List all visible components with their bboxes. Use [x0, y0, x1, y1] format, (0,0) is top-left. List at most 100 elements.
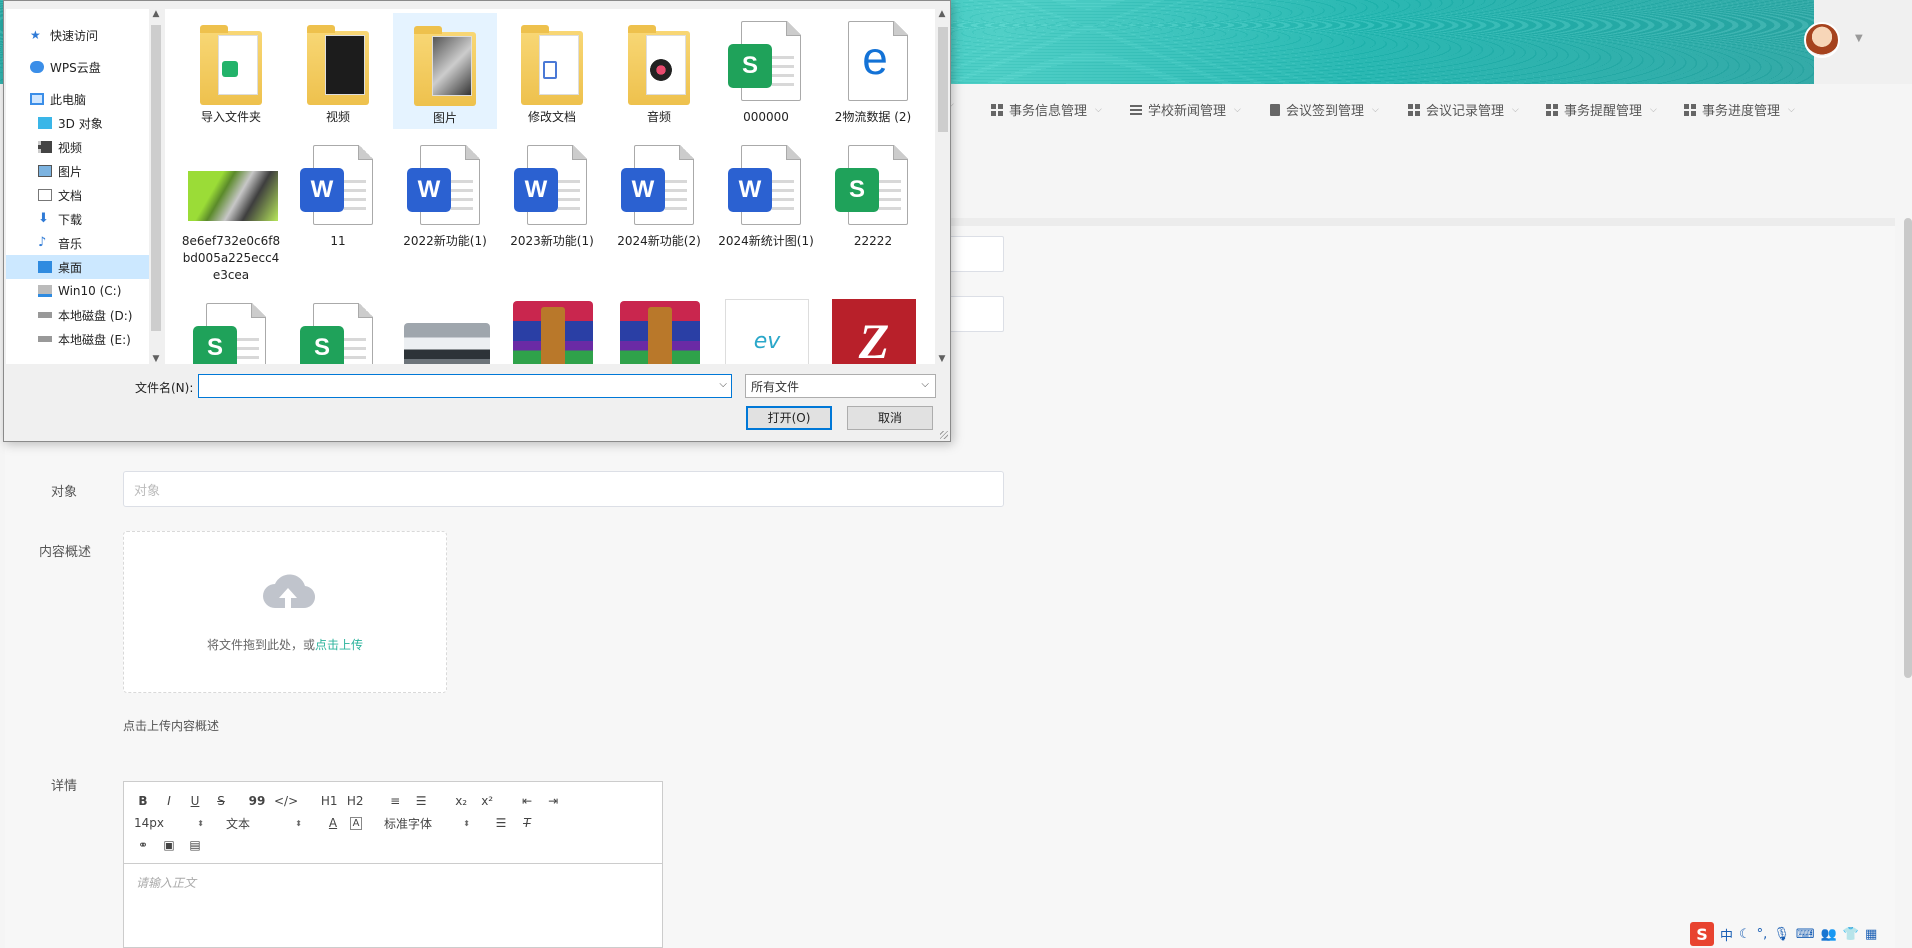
scroll-up-icon[interactable]: ▲: [935, 9, 949, 19]
file-item-image[interactable]: [393, 295, 497, 364]
user-icon[interactable]: 👥: [1821, 927, 1837, 942]
ordered-list-button[interactable]: ≡: [386, 794, 404, 808]
underline-button[interactable]: U: [186, 794, 204, 808]
moon-icon[interactable]: ☾: [1739, 927, 1751, 942]
font-color-icon[interactable]: A: [324, 816, 342, 830]
tree-item-pictures[interactable]: 图片: [6, 159, 149, 183]
nav-item-affair-progress[interactable]: 事务进度管理 ⌵: [1684, 100, 1795, 119]
file-item-archive[interactable]: [500, 295, 604, 364]
tree-item-desktop[interactable]: 桌面: [6, 255, 149, 279]
tree-item-drive-e[interactable]: 本地磁盘 (E:): [6, 327, 149, 351]
ime-mode[interactable]: 中: [1720, 925, 1733, 944]
background-color-icon[interactable]: A: [350, 816, 362, 830]
file-item-folder[interactable]: 音频: [607, 13, 711, 129]
scroll-down-icon[interactable]: ▼: [149, 354, 163, 364]
avatar-dropdown-icon[interactable]: ▼: [1855, 33, 1863, 44]
file-item-app[interactable]: Z: [821, 295, 925, 364]
keyboard-icon[interactable]: ⌨: [1796, 927, 1815, 942]
file-item-word[interactable]: W 2022新功能(1): [393, 137, 497, 253]
cancel-button[interactable]: 取消: [847, 406, 933, 430]
file-item-folder[interactable]: 修改文档: [500, 13, 604, 129]
code-button[interactable]: </>: [274, 794, 298, 808]
clear-format-icon[interactable]: T̶: [518, 816, 536, 830]
scroll-up-icon[interactable]: ▲: [149, 9, 163, 19]
shirt-icon[interactable]: 👕: [1843, 927, 1859, 942]
tree-item-documents[interactable]: 文档: [6, 183, 149, 207]
navigation-tree: ★ 快速访问 WPS云盘 此电脑 3D 对象 视频 图片 文档 ⬇ 下载 ♪ 音…: [6, 9, 149, 364]
tree-item-this-pc[interactable]: 此电脑: [6, 87, 149, 111]
image-icon[interactable]: ▣: [160, 838, 178, 852]
h1-button[interactable]: H1: [320, 794, 338, 808]
chevron-down-icon[interactable]: ⌵: [719, 379, 727, 390]
tree-item-wps-cloud[interactable]: WPS云盘: [6, 55, 149, 79]
font-family-select[interactable]: 标准字体 ⬍: [384, 815, 470, 832]
editor-content[interactable]: 请输入正文: [124, 864, 662, 901]
nav-item-meeting-signin[interactable]: 会议签到管理 ⌵: [1270, 100, 1379, 119]
format-select[interactable]: 文本 ⬍: [226, 815, 302, 832]
tree-item-3d[interactable]: 3D 对象: [6, 111, 149, 135]
sogou-ime-icon[interactable]: S: [1690, 922, 1714, 946]
punctuation-icon[interactable]: °,: [1757, 927, 1768, 942]
outdent-button[interactable]: ⇤: [518, 794, 536, 808]
user-avatar[interactable]: [1804, 22, 1840, 58]
page-scrollbar[interactable]: [1904, 218, 1912, 678]
scroll-down-icon[interactable]: ▼: [935, 354, 949, 364]
tree-item-quick-access[interactable]: ★ 快速访问: [6, 23, 149, 47]
file-item-folder[interactable]: 导入文件夹: [179, 13, 283, 129]
object-input[interactable]: 对象: [123, 471, 1004, 507]
tree-item-downloads[interactable]: ⬇ 下载: [6, 207, 149, 231]
open-button[interactable]: 打开(O): [746, 406, 832, 430]
star-icon: ★: [30, 28, 41, 42]
subscript-button[interactable]: x₂: [452, 794, 470, 808]
upload-dropzone[interactable]: 将文件拖到此处，或点击上传: [123, 531, 447, 693]
file-item-app[interactable]: ev: [714, 295, 818, 364]
nav-item-school-news[interactable]: 学校新闻管理 ⌵: [1130, 100, 1241, 119]
tree-item-drive-c[interactable]: Win10 (C:): [6, 279, 149, 303]
file-name: 导入文件夹: [200, 110, 261, 124]
h2-button[interactable]: H2: [346, 794, 364, 808]
file-item-spreadsheet[interactable]: S 22222: [821, 137, 925, 253]
file-item-word[interactable]: W 2024新统计图(1): [714, 137, 818, 253]
nav-item-affair-info[interactable]: 事务信息管理 ⌵: [991, 100, 1102, 119]
file-list-scroll-thumb[interactable]: [938, 27, 948, 132]
file-type-select[interactable]: 所有文件 ⌵: [745, 374, 936, 398]
strike-button[interactable]: S: [212, 794, 230, 808]
file-list-scrollbar[interactable]: ▲ ▼: [935, 9, 950, 364]
nav-item-meeting-record[interactable]: 会议记录管理 ⌵: [1408, 100, 1519, 119]
toolbox-icon[interactable]: ▦: [1865, 927, 1877, 942]
tree-item-drive-d[interactable]: 本地磁盘 (D:): [6, 303, 149, 327]
microphone-icon[interactable]: 🎙: [1773, 927, 1790, 942]
bullet-list-button[interactable]: ☰: [412, 794, 430, 808]
file-item-image[interactable]: 8e6ef732e0c6f8bd005a225ecc4e3cea: [179, 137, 283, 287]
tree-scroll-thumb[interactable]: [151, 25, 161, 331]
file-item-word[interactable]: W 11: [286, 137, 390, 253]
tree-item-videos[interactable]: 视频: [6, 135, 149, 159]
link-icon[interactable]: ⚭: [134, 838, 152, 852]
upload-link[interactable]: 点击上传: [315, 638, 363, 652]
rich-text-editor[interactable]: B I U S 99 </> H1 H2 ≡ ☰ x₂ x² ⇤ ⇥ 14px ⬍…: [123, 781, 663, 948]
file-item-html[interactable]: e 2物流数据 (2): [821, 13, 925, 129]
font-size-select[interactable]: 14px ⬍: [134, 816, 204, 830]
file-item-word[interactable]: W 2023新功能(1): [500, 137, 604, 253]
file-item-word[interactable]: W 2024新功能(2): [607, 137, 711, 253]
video-icon[interactable]: ▤: [186, 838, 204, 852]
file-item-archive[interactable]: [607, 295, 711, 364]
file-item-spreadsheet[interactable]: S 000000: [714, 13, 818, 129]
file-item-spreadsheet[interactable]: S: [179, 295, 283, 364]
file-item-folder[interactable]: 图片: [393, 13, 497, 129]
file-item-folder[interactable]: 视频: [286, 13, 390, 129]
blockquote-button[interactable]: 99: [248, 794, 266, 808]
file-name: 8e6ef732e0c6f8bd005a225ecc4e3cea: [181, 234, 281, 282]
bold-button[interactable]: B: [134, 794, 152, 808]
indent-button[interactable]: ⇥: [544, 794, 562, 808]
nav-item-affair-reminder[interactable]: 事务提醒管理 ⌵: [1546, 100, 1657, 119]
align-icon[interactable]: ☰: [492, 816, 510, 830]
resize-grip-icon[interactable]: [940, 431, 948, 439]
word-icon: W: [300, 145, 373, 225]
italic-button[interactable]: I: [160, 794, 178, 808]
tree-scrollbar[interactable]: ▲ ▼: [149, 9, 163, 364]
tree-item-music[interactable]: ♪ 音乐: [6, 231, 149, 255]
superscript-button[interactable]: x²: [478, 794, 496, 808]
file-item-spreadsheet[interactable]: S: [286, 295, 390, 364]
file-name-input[interactable]: ⌵: [198, 374, 732, 398]
